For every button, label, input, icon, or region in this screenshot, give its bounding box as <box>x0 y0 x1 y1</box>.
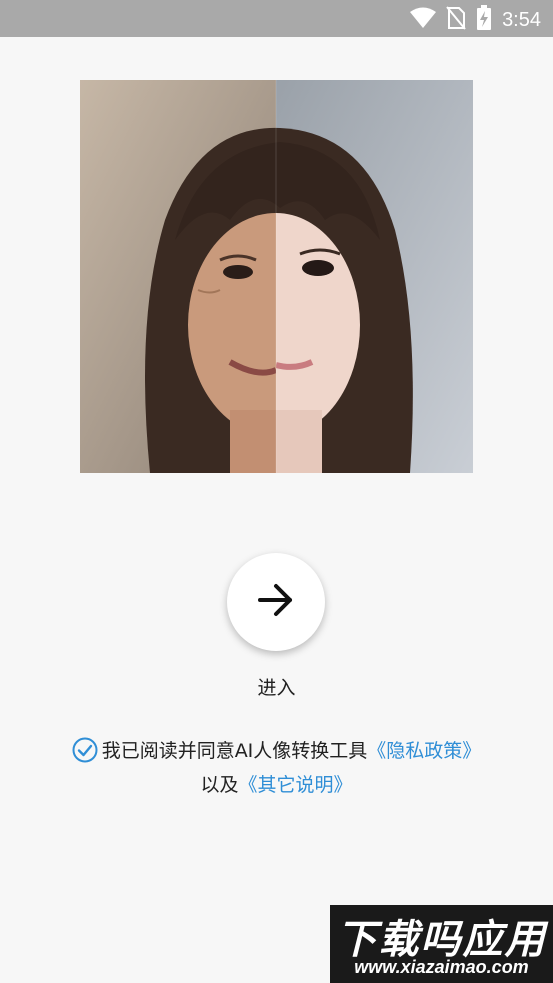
status-time: 3:54 <box>502 8 541 31</box>
enter-label: 进入 <box>257 677 296 699</box>
no-sim-icon <box>446 6 466 34</box>
watermark-url: www.xiazaimao.com <box>354 957 529 977</box>
status-icons: 3:54 <box>410 5 541 35</box>
agreement-line-2: 以及《其它说明》 <box>0 768 553 802</box>
agreement-connector: 以及 <box>200 774 239 796</box>
enter-button[interactable] <box>227 553 325 651</box>
face-comparison-image <box>80 80 473 473</box>
arrow-right-icon <box>256 580 296 624</box>
battery-charging-icon <box>476 5 492 35</box>
watermark: 下载吗应用 www.xiazaimao.com <box>330 905 553 983</box>
agreement-text: 我已阅读并同意AI人像转换工具 <box>101 740 368 762</box>
agreement-checkbox[interactable] <box>72 737 98 763</box>
privacy-policy-link[interactable]: 《隐私政策》 <box>367 740 481 762</box>
wifi-icon <box>410 7 437 33</box>
status-bar: 3:54 <box>0 0 553 37</box>
agreement: 我已阅读并同意AI人像转换工具《隐私政策》 以及《其它说明》 <box>0 734 553 802</box>
check-circle-icon <box>72 737 98 768</box>
agreement-line-1: 我已阅读并同意AI人像转换工具《隐私政策》 <box>0 734 553 768</box>
other-notes-link[interactable]: 《其它说明》 <box>239 774 353 796</box>
